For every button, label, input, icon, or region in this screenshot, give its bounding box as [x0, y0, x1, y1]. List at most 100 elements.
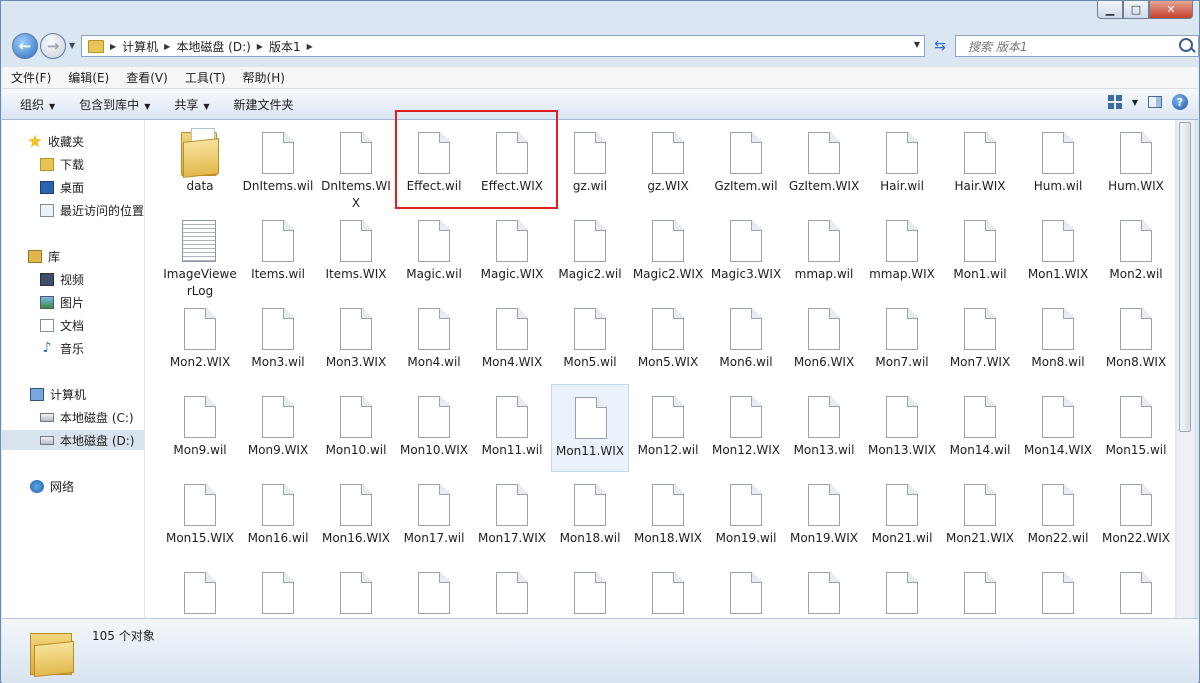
file-item[interactable]: Hum.WIX	[1097, 120, 1175, 208]
file-item[interactable]: Magic.wil	[395, 208, 473, 296]
nav-drive-c[interactable]: 本地磁盘 (C:)	[2, 407, 144, 427]
file-item[interactable]: DnItems.WIX	[317, 120, 395, 210]
menu-edit[interactable]: 编辑(E)	[59, 69, 117, 86]
vertical-scrollbar[interactable]	[1176, 120, 1194, 618]
menu-file[interactable]: 文件(F)	[2, 69, 59, 86]
file-item[interactable]: Mon10.WIX	[395, 384, 473, 472]
file-item[interactable]: Mon4.WIX	[473, 296, 551, 384]
refresh-button[interactable]: ⇆	[929, 35, 951, 57]
file-item[interactable]: Mon13.wil	[785, 384, 863, 472]
file-item[interactable]: Mon9.WIX	[239, 384, 317, 472]
file-item[interactable]: Magic3.WIX	[707, 208, 785, 296]
file-item[interactable]: data	[161, 120, 239, 208]
help-icon[interactable]: ?	[1172, 94, 1188, 110]
file-item[interactable]: Mon7.wil	[863, 296, 941, 384]
file-item[interactable]: Mon10.wil	[317, 384, 395, 472]
file-item[interactable]: Mon8.WIX	[1097, 296, 1175, 384]
file-item[interactable]: Hair.wil	[863, 120, 941, 208]
breadcrumb-drive-d[interactable]: 本地磁盘 (D:)	[176, 38, 250, 55]
file-item[interactable]: Objects2.	[473, 560, 551, 618]
file-item[interactable]: mmap.WIX	[863, 208, 941, 296]
nav-recent-places[interactable]: 最近访问的位置	[2, 200, 144, 220]
search-box[interactable]	[955, 35, 1199, 57]
file-item[interactable]: Mon12.WIX	[707, 384, 785, 472]
address-bar[interactable]: ▶ 计算机 ▶ 本地磁盘 (D:) ▶ 版本1 ▶ ▼	[81, 35, 925, 57]
minimize-button[interactable]: ▁	[1097, 1, 1123, 19]
file-item[interactable]: Items.WIX	[317, 208, 395, 296]
forward-button[interactable]: →	[40, 33, 66, 59]
file-item[interactable]: Mon8.wil	[1019, 296, 1097, 384]
file-item[interactable]: Mon19.WIX	[785, 472, 863, 560]
file-item[interactable]: Mon22.wil	[1019, 472, 1097, 560]
file-item[interactable]: Mon17.wil	[395, 472, 473, 560]
breadcrumb-chevron-icon[interactable]: ▶	[110, 42, 116, 51]
file-item[interactable]: DnItems.wil	[239, 120, 317, 208]
file-item[interactable]: Mon6.wil	[707, 296, 785, 384]
breadcrumb-chevron-icon[interactable]: ▶	[164, 42, 170, 51]
menu-view[interactable]: 查看(V)	[117, 69, 176, 86]
file-item[interactable]: mmap.wil	[785, 208, 863, 296]
file-item[interactable]: GzItem.wil	[707, 120, 785, 208]
file-item[interactable]: Mon17.WIX	[473, 472, 551, 560]
file-item[interactable]: Magic.WIX	[473, 208, 551, 296]
file-item[interactable]: Objects6.	[1097, 560, 1175, 618]
file-item[interactable]: Mon12.wil	[629, 384, 707, 472]
file-item[interactable]: Hum.wil	[1019, 120, 1097, 208]
file-item[interactable]: ImageViewerLog	[161, 208, 239, 298]
search-input[interactable]	[966, 37, 1170, 57]
nav-favorites[interactable]: 收藏夹	[2, 131, 144, 151]
file-item[interactable]: Mon5.wil	[551, 296, 629, 384]
file-item[interactable]: Objects4.	[863, 560, 941, 618]
file-item[interactable]: Mon3.wil	[239, 296, 317, 384]
file-item[interactable]: Magic2.wil	[551, 208, 629, 296]
file-item[interactable]: Items.wil	[239, 208, 317, 296]
file-item[interactable]: Mon18.WIX	[629, 472, 707, 560]
file-item[interactable]: Effect.WIX	[473, 120, 551, 208]
breadcrumb-current-folder[interactable]: 版本1	[269, 38, 301, 55]
file-item[interactable]: Objects4.	[785, 560, 863, 618]
include-in-library-button[interactable]: 包含到库中 ▼	[71, 96, 156, 113]
view-options-dropdown-icon[interactable]: ▼	[1132, 98, 1138, 107]
file-item[interactable]: Objects3.	[707, 560, 785, 618]
nav-desktop[interactable]: 桌面	[2, 177, 144, 197]
menu-tools[interactable]: 工具(T)	[176, 69, 234, 86]
file-item[interactable]: Objects5.	[1019, 560, 1097, 618]
file-item[interactable]: Effect.wil	[395, 120, 473, 208]
file-item[interactable]: Mon21.wil	[863, 472, 941, 560]
file-item[interactable]: Mon1.wil	[941, 208, 1019, 296]
file-item[interactable]: Mon6.WIX	[785, 296, 863, 384]
share-button[interactable]: 共享 ▼	[166, 96, 215, 113]
file-item[interactable]: Objects5.	[941, 560, 1019, 618]
file-item[interactable]: Objects3.	[629, 560, 707, 618]
nav-drive-d[interactable]: 本地磁盘 (D:)	[2, 430, 144, 450]
file-item[interactable]: Mon15.WIX	[161, 472, 239, 560]
maximize-button[interactable]: □	[1123, 1, 1149, 19]
file-item[interactable]: Npc.wil	[161, 560, 239, 618]
file-item[interactable]: Mon13.WIX	[863, 384, 941, 472]
file-item[interactable]: Mon11.WIX	[551, 384, 629, 472]
file-item[interactable]: Mon7.WIX	[941, 296, 1019, 384]
recent-pages-dropdown-icon[interactable]: ▼	[69, 41, 75, 50]
file-item[interactable]: Mon18.wil	[551, 472, 629, 560]
file-item[interactable]: Mon14.wil	[941, 384, 1019, 472]
breadcrumb-chevron-icon[interactable]: ▶	[307, 42, 313, 51]
back-button[interactable]: ←	[12, 33, 38, 59]
file-item[interactable]: GzItem.WIX	[785, 120, 863, 208]
nav-computer[interactable]: 计算机	[2, 384, 144, 404]
file-item[interactable]: Mon9.wil	[161, 384, 239, 472]
organize-button[interactable]: 组织 ▼	[12, 96, 61, 113]
file-item[interactable]: Mon3.WIX	[317, 296, 395, 384]
search-icon[interactable]	[1179, 38, 1193, 52]
nav-network[interactable]: 网络	[2, 476, 144, 496]
file-item[interactable]: gz.WIX	[629, 120, 707, 208]
nav-music[interactable]: ♪ 音乐	[2, 338, 144, 358]
file-item[interactable]: Mon16.WIX	[317, 472, 395, 560]
address-dropdown-icon[interactable]: ▼	[914, 40, 920, 49]
file-item[interactable]: gz.wil	[551, 120, 629, 208]
nav-videos[interactable]: 视频	[2, 269, 144, 289]
nav-libraries[interactable]: 库	[2, 246, 144, 266]
file-item[interactable]: Mon15.wil	[1097, 384, 1175, 472]
file-item[interactable]: Mon11.wil	[473, 384, 551, 472]
file-item[interactable]: Magic2.WIX	[629, 208, 707, 296]
change-view-icon[interactable]	[1107, 95, 1122, 109]
